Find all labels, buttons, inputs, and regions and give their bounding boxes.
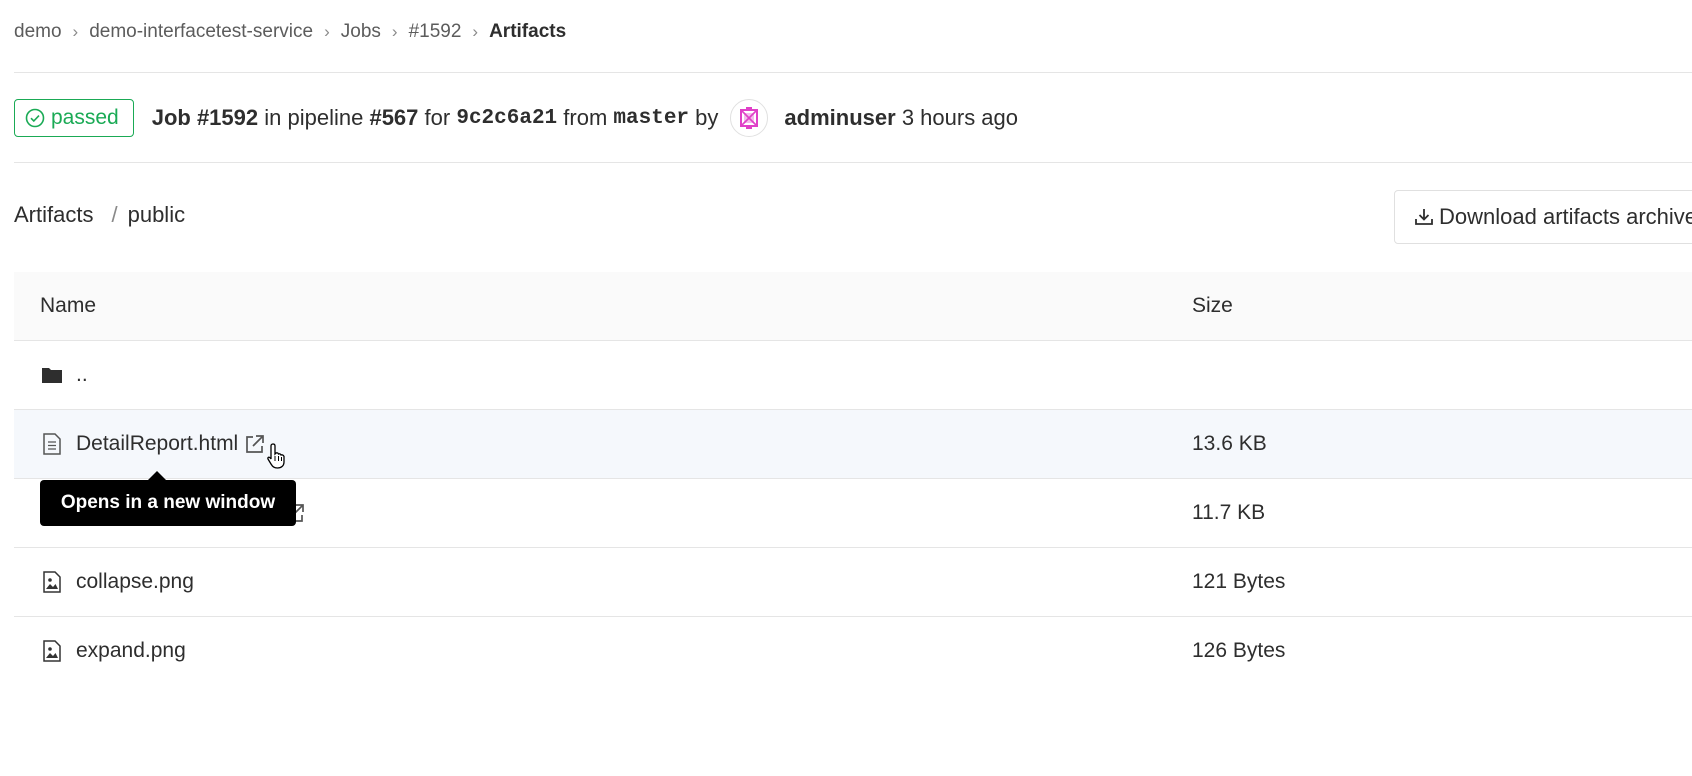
artifacts-folder[interactable]: public [128,202,185,228]
tooltip: Opens in a new window [40,471,296,526]
avatar[interactable] [730,99,769,137]
chevron-right-icon: › [472,22,479,41]
identicon-icon [740,107,759,129]
table-row[interactable]: .. [14,341,1692,410]
by-text: by [695,105,719,130]
table-row[interactable]: expand.png 126 Bytes [14,617,1692,685]
column-header-size: Size [1192,294,1233,317]
file-image-icon [40,571,64,593]
status-badge[interactable]: passed [14,99,134,137]
breadcrumb-item-group[interactable]: demo [14,21,62,43]
commit-link[interactable]: 9c2c6a21 [456,107,557,130]
breadcrumb-item-jobs[interactable]: Jobs [341,21,381,43]
job-header: passed Job #1592 in pipeline #567 for 9c… [14,98,1018,138]
artifacts-table: Name Size .. DetailReport.html 13.6 KB 1… [14,272,1692,685]
divider [14,162,1692,163]
chevron-right-icon: › [324,22,330,41]
download-icon [1415,209,1433,225]
chevron-right-icon: › [72,22,79,41]
file-text-icon [40,433,64,455]
file-name[interactable]: .. [76,363,88,387]
in-pipeline-text: in pipeline [264,105,364,130]
file-image-icon [40,640,64,662]
breadcrumb-item-project[interactable]: demo-interfacetest-service [89,21,313,43]
file-name[interactable]: collapse.png [76,570,194,594]
table-row[interactable]: collapse.png 121 Bytes [14,548,1692,617]
download-label: Download artifacts archive [1439,204,1692,229]
table-header: Name Size [14,272,1692,341]
breadcrumb-item-artifacts[interactable]: Artifacts [489,21,566,43]
chevron-right-icon: › [391,22,398,41]
branch-link[interactable]: master [613,107,689,130]
job-id: Job #1592 [151,105,259,130]
path-separator: / [111,202,118,227]
folder-icon [40,366,64,384]
file-name[interactable]: DetailReport.html [76,432,238,456]
pipeline-link[interactable]: #567 [369,105,418,131]
file-size: 121 Bytes [1192,570,1286,593]
file-size: 126 Bytes [1192,639,1286,662]
breadcrumb: demo › demo-interfacetest-service › Jobs… [14,18,566,46]
artifacts-root-link[interactable]: Artifacts [14,202,93,228]
hand-cursor-icon [267,443,285,469]
download-artifacts-button[interactable]: Download artifacts archive [1394,190,1692,244]
breadcrumb-item-job[interactable]: #1592 [409,21,462,43]
file-size: 13.6 KB [1192,432,1267,455]
artifacts-path: Artifacts / public [14,202,185,228]
status-success-icon [25,108,45,128]
file-size: 11.7 KB [1192,501,1266,524]
column-header-name: Name [40,294,97,317]
from-text: from [563,105,608,130]
file-name[interactable]: expand.png [76,639,186,663]
divider [14,72,1692,73]
time-ago: 3 hours ago [901,105,1019,130]
for-text: for [424,105,451,130]
user-link[interactable]: adminuser [784,105,895,131]
status-label: passed [51,106,119,129]
external-link-icon[interactable] [244,433,266,455]
